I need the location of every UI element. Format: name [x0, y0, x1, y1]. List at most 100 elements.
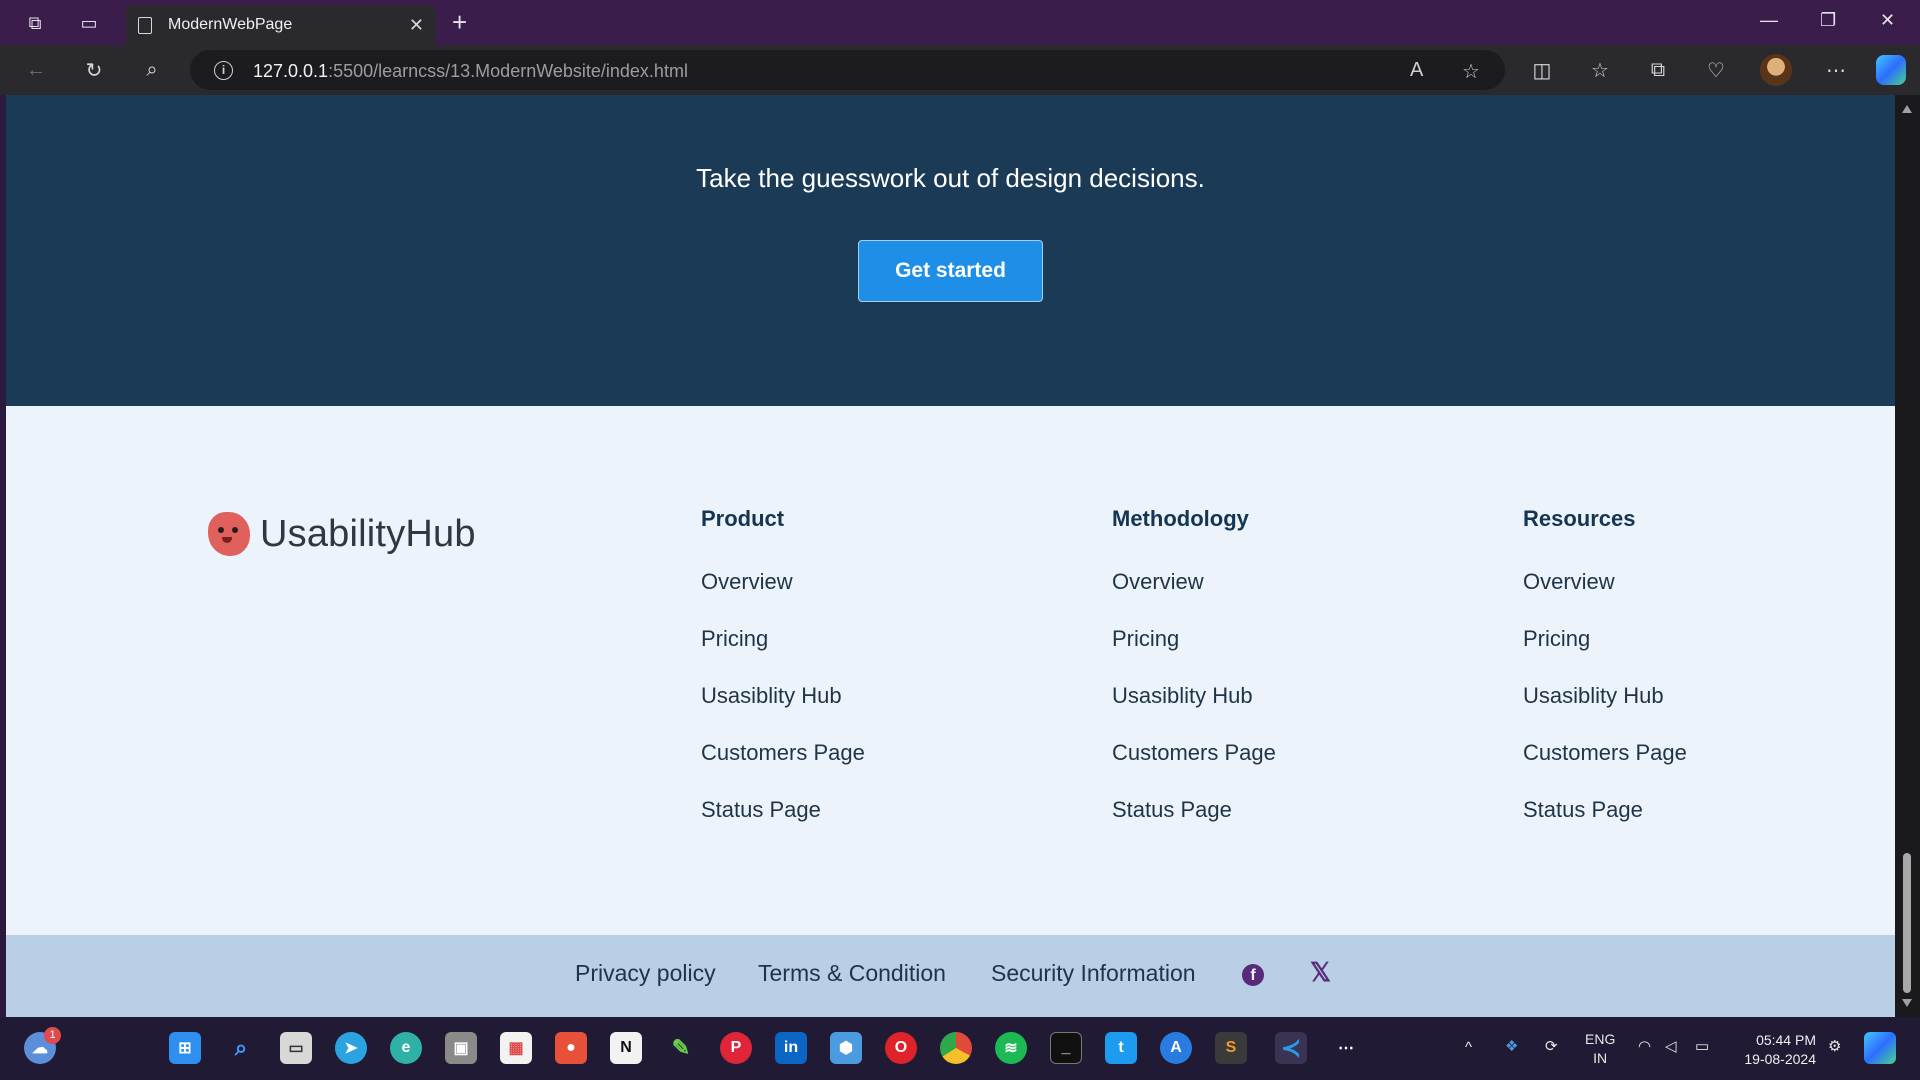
url-path: :5500/learncss/13.ModernWebsite/index.ht… — [328, 61, 688, 81]
twitter-icon[interactable]: t — [1105, 1032, 1137, 1064]
privacy-policy-link[interactable]: Privacy policy — [575, 960, 716, 987]
facebook-icon[interactable]: f — [1242, 964, 1264, 986]
footer-link[interactable]: Pricing — [1523, 624, 1823, 654]
language-indicator[interactable]: ENG IN — [1585, 1030, 1615, 1068]
chrome-icon[interactable] — [940, 1032, 972, 1064]
overflow-apps-icon[interactable]: ⋯ — [1330, 1032, 1362, 1064]
favorites-icon[interactable]: ☆ — [1586, 56, 1614, 84]
browser-toolbar: ← ↻ ⌕ i 127.0.0.1:5500/learncss/13.Moder… — [0, 45, 1920, 95]
footer-link[interactable]: Customers Page — [1112, 738, 1412, 768]
footer-link[interactable]: Pricing — [1112, 624, 1412, 654]
dropbox-icon[interactable]: ❖ — [1505, 1037, 1518, 1055]
footer-link[interactable]: Status Page — [701, 795, 1001, 825]
address-bar[interactable]: i 127.0.0.1:5500/learncss/13.ModernWebsi… — [190, 50, 1505, 90]
page-viewport: Take the guesswork out of design decisio… — [6, 95, 1895, 1017]
camera-icon[interactable]: ● — [555, 1032, 587, 1064]
sublime-icon[interactable]: S — [1215, 1032, 1247, 1064]
start-icon[interactable]: ⊞ — [169, 1032, 201, 1064]
pen-tool-icon[interactable]: ✎ — [665, 1032, 697, 1064]
search-icon[interactable]: ⌕ — [138, 56, 166, 84]
clock[interactable]: 05:44 PM 19-08-2024 — [1736, 1031, 1816, 1069]
logo[interactable]: UsabilityHub — [208, 512, 476, 556]
footer-link[interactable]: Customers Page — [701, 738, 1001, 768]
split-screen-icon[interactable]: ◫ — [1528, 56, 1556, 84]
footer-link[interactable]: Overview — [1112, 567, 1412, 597]
scroll-up-icon[interactable] — [1902, 105, 1912, 113]
tab-close-icon[interactable]: ✕ — [409, 15, 424, 36]
terminal-icon[interactable]: _ — [1050, 1032, 1082, 1064]
footer-link[interactable]: Overview — [701, 567, 1001, 597]
show-hidden-icons[interactable]: ^ — [1465, 1039, 1472, 1056]
tab-title: ModernWebPage — [168, 16, 293, 33]
tab-actions-icon[interactable]: ▭ — [74, 8, 104, 38]
footer-link[interactable]: Usasiblity Hub — [1523, 681, 1823, 711]
terms-link[interactable]: Terms & Condition — [758, 960, 946, 987]
settings-gear-icon[interactable]: ⚙ — [1828, 1037, 1841, 1055]
logo-mark-icon — [208, 512, 250, 556]
package-icon[interactable]: ▣ — [445, 1032, 477, 1064]
footer-link[interactable]: Status Page — [1112, 795, 1412, 825]
scroll-down-icon[interactable] — [1902, 999, 1912, 1007]
info-icon[interactable]: i — [214, 61, 233, 80]
copilot-taskbar-icon[interactable] — [1864, 1032, 1896, 1064]
browser-essentials-icon[interactable]: ♡ — [1702, 56, 1730, 84]
pinterest-icon[interactable]: P — [720, 1032, 752, 1064]
minimize-icon[interactable]: — — [1760, 10, 1778, 31]
search-taskbar-icon[interactable]: ⌕ — [225, 1032, 257, 1064]
edge-icon[interactable]: e — [390, 1032, 422, 1064]
notification-badge: 1 — [44, 1027, 61, 1044]
notion-icon[interactable]: N — [610, 1032, 642, 1064]
footer-link[interactable]: Status Page — [1523, 795, 1823, 825]
store-icon[interactable]: ▦ — [500, 1032, 532, 1064]
collections-icon[interactable]: ⧉ — [1644, 56, 1672, 84]
restore-icon[interactable]: ❐ — [1820, 10, 1836, 31]
more-icon[interactable]: ⋯ — [1822, 56, 1850, 84]
linkedin-icon[interactable]: in — [775, 1032, 807, 1064]
back-icon[interactable]: ← — [22, 56, 50, 84]
page-scrollbar[interactable] — [1895, 95, 1920, 1017]
workspaces-icon[interactable]: ⧉ — [20, 8, 50, 38]
column-title: Methodology — [1112, 506, 1249, 531]
footer-link[interactable]: Usasiblity Hub — [1112, 681, 1412, 711]
spotify-icon[interactable]: ≋ — [995, 1032, 1027, 1064]
opera-icon[interactable]: O — [885, 1032, 917, 1064]
taskbar: ☁ 1 ⊞ ⌕ ▭ ➤ e ▣ ▦ ● N ✎ P in ⬢ O ≋ _ t A… — [0, 1017, 1920, 1080]
logo-text: UsabilityHub — [260, 512, 476, 555]
column-title: Product — [701, 506, 785, 531]
copilot-icon[interactable] — [1876, 55, 1906, 85]
security-info-link[interactable]: Security Information — [991, 960, 1196, 987]
get-started-button[interactable]: Get started — [858, 240, 1043, 302]
footer-link[interactable]: Overview — [1523, 567, 1823, 597]
favorite-star-icon[interactable]: ☆ — [1462, 59, 1480, 84]
scroll-thumb[interactable] — [1903, 853, 1911, 993]
tab-active[interactable]: ModernWebPage ✕ — [126, 5, 436, 45]
volume-icon[interactable]: ◁ — [1665, 1037, 1677, 1055]
x-icon[interactable]: 𝕏 — [1310, 957, 1331, 988]
url-host: 127.0.0.1 — [253, 61, 329, 81]
task-view-icon[interactable]: ▭ — [280, 1032, 312, 1064]
read-aloud-icon[interactable]: A — [1410, 59, 1423, 82]
cube-app-icon[interactable]: ⬢ — [830, 1032, 862, 1064]
wifi-icon[interactable]: ◠ — [1638, 1037, 1651, 1055]
app-store-icon[interactable]: A — [1160, 1032, 1192, 1064]
time: 05:44 PM — [1756, 1032, 1816, 1048]
browser-title-bar: ⧉ ▭ ModernWebPage ✕ + — ❐ ✕ — [0, 0, 1920, 45]
refresh-icon[interactable]: ↻ — [80, 56, 108, 84]
footer-link[interactable]: Customers Page — [1523, 738, 1823, 768]
profile-avatar[interactable] — [1760, 54, 1792, 86]
footer-column-product: Product Overview Pricing Usasiblity Hub … — [701, 506, 1001, 825]
footer-bottom-bar: Privacy policy Terms & Condition Securit… — [6, 935, 1895, 1017]
telegram-icon[interactable]: ➤ — [335, 1032, 367, 1064]
footer-link[interactable]: Usasiblity Hub — [701, 681, 1001, 711]
column-title: Resources — [1523, 506, 1636, 531]
language-line2: IN — [1593, 1050, 1608, 1066]
close-window-icon[interactable]: ✕ — [1880, 10, 1895, 31]
sync-icon[interactable]: ⟳ — [1545, 1037, 1558, 1055]
cta-text: Take the guesswork out of design decisio… — [696, 163, 1205, 193]
vscode-icon[interactable]: ≺ — [1275, 1032, 1307, 1064]
battery-icon[interactable]: ▭ — [1695, 1037, 1709, 1055]
url-text[interactable]: 127.0.0.1:5500/learncss/13.ModernWebsite… — [253, 61, 688, 82]
date: 19-08-2024 — [1744, 1051, 1816, 1067]
new-tab-button[interactable]: + — [452, 8, 467, 36]
footer-link[interactable]: Pricing — [701, 624, 1001, 654]
